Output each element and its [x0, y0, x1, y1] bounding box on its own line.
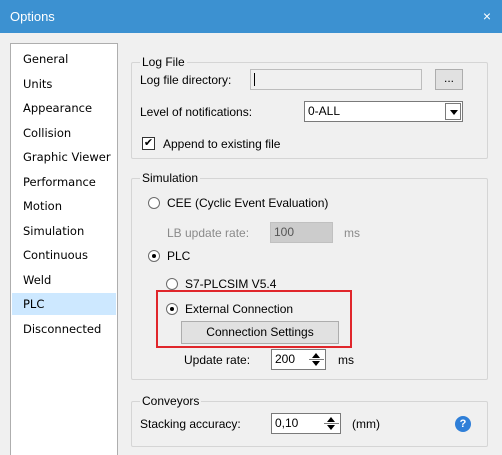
append-checkbox[interactable]: ✔ — [142, 137, 155, 150]
category-item-motion[interactable]: Motion — [12, 195, 116, 217]
log-directory-label: Log file directory: — [140, 73, 232, 87]
stacking-accuracy-unit: (mm) — [352, 417, 380, 431]
category-item-units[interactable]: Units — [12, 73, 116, 95]
category-item-collision[interactable]: Collision — [12, 122, 116, 144]
s7-plcsim-label[interactable]: S7-PLCSIM V5.4 — [185, 277, 276, 291]
title-bar: Options × — [0, 0, 502, 33]
update-rate-label: Update rate: — [184, 353, 251, 367]
settings-panel: Log File Log file directory: ... Level o… — [121, 43, 502, 455]
log-file-group-title: Log File — [140, 55, 187, 69]
plc-label[interactable]: PLC — [167, 249, 190, 263]
log-file-group: Log File Log file directory: ... Level o… — [131, 55, 488, 159]
category-item-plc[interactable]: PLC — [12, 293, 116, 315]
chevron-down-icon[interactable] — [445, 103, 461, 120]
highlight-box — [156, 290, 352, 348]
stepper-arrows-icon[interactable] — [309, 351, 324, 368]
log-directory-field[interactable] — [250, 69, 422, 90]
category-item-simulation[interactable]: Simulation — [12, 220, 116, 242]
cee-radio[interactable] — [148, 197, 160, 209]
stacking-accuracy-stepper[interactable]: 0,10 — [271, 413, 341, 434]
category-item-graphic-viewer[interactable]: Graphic Viewer — [12, 146, 116, 168]
category-item-weld[interactable]: Weld — [12, 269, 116, 291]
update-rate-stepper[interactable]: 200 — [271, 349, 326, 370]
cee-label[interactable]: CEE (Cyclic Event Evaluation) — [167, 196, 328, 210]
s7-plcsim-radio[interactable] — [166, 278, 178, 290]
stacking-accuracy-value: 0,10 — [275, 416, 299, 430]
update-rate-value: 200 — [275, 352, 296, 366]
simulation-group: Simulation CEE (Cyclic Event Evaluation)… — [131, 171, 488, 380]
category-item-performance[interactable]: Performance — [12, 171, 116, 193]
plc-radio[interactable] — [148, 250, 160, 262]
append-label[interactable]: Append to existing file — [163, 137, 280, 151]
category-item-disconnected[interactable]: Disconnected — [12, 318, 116, 340]
text-caret — [254, 73, 255, 86]
category-item-appearance[interactable]: Appearance — [12, 97, 116, 119]
notifications-select[interactable]: 0-ALL — [304, 101, 463, 122]
simulation-group-title: Simulation — [140, 171, 201, 185]
conveyors-group-title: Conveyors — [140, 394, 202, 408]
stacking-accuracy-label: Stacking accuracy: — [140, 417, 241, 431]
window-title: Options — [10, 9, 55, 24]
lb-update-rate-unit: ms — [344, 226, 360, 240]
update-rate-unit: ms — [338, 353, 354, 367]
close-icon[interactable]: × — [472, 0, 502, 33]
category-item-continuous[interactable]: Continuous — [12, 244, 116, 266]
lb-update-rate-field: 100 — [270, 222, 333, 243]
conveyors-group: Conveyors Stacking accuracy: 0,10 (mm) ? — [131, 394, 488, 447]
help-icon[interactable]: ? — [455, 416, 471, 432]
browse-button[interactable]: ... — [435, 69, 463, 90]
lb-update-rate-label: LB update rate: — [167, 226, 250, 240]
category-list[interactable]: General Units Appearance Collision Graph… — [10, 43, 118, 455]
category-item-general[interactable]: General — [12, 48, 116, 70]
notifications-value: 0-ALL — [308, 104, 341, 118]
stepper-arrows-icon[interactable] — [324, 415, 339, 432]
notifications-label: Level of notifications: — [140, 105, 253, 119]
